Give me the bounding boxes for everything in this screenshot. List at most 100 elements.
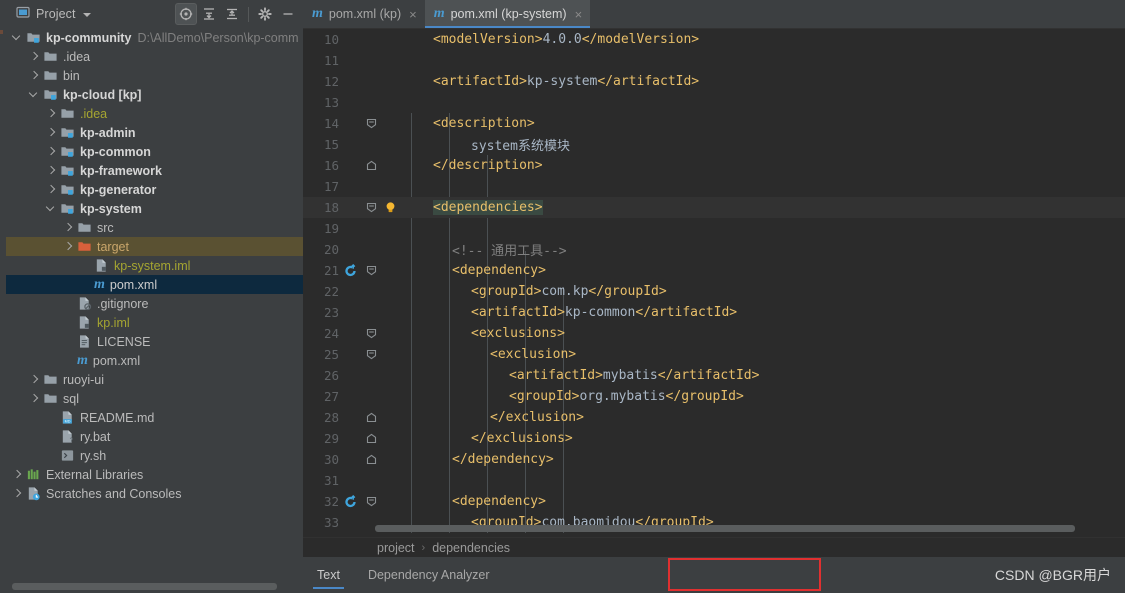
code-line[interactable]: 15 system系统模块 <box>303 134 1125 155</box>
watermark: CSDN @BGR用户 <box>994 567 1111 583</box>
tree-row[interactable]: bin <box>6 66 303 85</box>
chevron-right-icon[interactable] <box>29 70 40 81</box>
fold-open-icon[interactable] <box>365 118 377 130</box>
tree-row[interactable]: kp-framework <box>6 161 303 180</box>
code-line[interactable]: 11 <box>303 50 1125 71</box>
editor-tab[interactable]: m pom.xml (kp-system) × <box>424 0 591 28</box>
tree-row[interactable]: .idea <box>6 47 303 66</box>
minimize-icon[interactable] <box>277 3 299 25</box>
code-line[interactable]: 20 <!-- 通用工具--> <box>303 239 1125 260</box>
code-line[interactable]: 16 </description> <box>303 155 1125 176</box>
fold-close-icon[interactable] <box>365 160 377 172</box>
tree-row[interactable]: m pom.xml <box>6 351 303 370</box>
locate-icon[interactable] <box>175 3 197 25</box>
tree-row[interactable]: kp-generator <box>6 180 303 199</box>
chevron-right-icon[interactable] <box>46 127 57 138</box>
code-line[interactable]: 29 </exclusions> <box>303 428 1125 449</box>
run-gutter-icon[interactable] <box>343 494 359 510</box>
tree-row[interactable]: target <box>6 237 303 256</box>
chevron-right-icon[interactable] <box>29 393 40 404</box>
collapse-all-icon[interactable] <box>221 3 243 25</box>
fold-open-icon[interactable] <box>365 496 377 508</box>
intention-bulb-icon[interactable] <box>383 201 397 215</box>
code-line[interactable]: 21 <dependency> <box>303 260 1125 281</box>
tree-row[interactable]: kp-system <box>6 199 303 218</box>
chevron-right-icon[interactable] <box>46 146 57 157</box>
code-line[interactable]: 10 <modelVersion>4.0.0</modelVersion> <box>303 29 1125 50</box>
code-view[interactable]: 10 <modelVersion>4.0.0</modelVersion> 11 12… <box>303 29 1125 533</box>
code-line[interactable]: 31 <box>303 470 1125 491</box>
breadcrumb-item[interactable]: project <box>377 541 415 555</box>
close-icon[interactable]: × <box>575 8 583 21</box>
scrollbar-thumb[interactable] <box>12 583 277 590</box>
code-line[interactable]: 25 <exclusion> <box>303 344 1125 365</box>
code-line[interactable]: 32 <dependency> <box>303 491 1125 512</box>
code-line[interactable]: 22 <groupId>com.kp</groupId> <box>303 281 1125 302</box>
run-gutter-icon[interactable] <box>343 263 359 279</box>
project-tree[interactable]: kp-community D:\AllDemo\Person\kp-comm .id… <box>6 28 303 579</box>
code-line[interactable]: 23 <artifactId>kp-common</artifactId> <box>303 302 1125 323</box>
tree-row[interactable]: Scratches and Consoles <box>6 484 303 503</box>
chevron-down-icon[interactable] <box>29 89 40 100</box>
tree-row[interactable]: kp-system.iml <box>6 256 303 275</box>
code-line[interactable]: 24 <exclusions> <box>303 323 1125 344</box>
code-line[interactable]: 14 <description> <box>303 113 1125 134</box>
chevron-right-icon[interactable] <box>63 222 74 233</box>
editor-tab[interactable]: m pom.xml (kp) × <box>303 0 425 28</box>
code-line[interactable]: 26 <artifactId>mybatis</artifactId> <box>303 365 1125 386</box>
gear-icon[interactable] <box>254 3 276 25</box>
scrollbar-thumb[interactable] <box>375 525 1075 532</box>
tree-row[interactable]: kp-common <box>6 142 303 161</box>
code-line[interactable]: 27 <groupId>org.mybatis</groupId> <box>303 386 1125 407</box>
tree-row[interactable]: External Libraries <box>6 465 303 484</box>
project-tree-hscrollbar[interactable] <box>6 579 303 593</box>
chevron-right-icon[interactable] <box>29 374 40 385</box>
tree-row[interactable]: sql <box>6 389 303 408</box>
editor-body[interactable]: 10 <modelVersion>4.0.0</modelVersion> 11 12… <box>303 29 1125 533</box>
tree-row[interactable]: src <box>6 218 303 237</box>
fold-open-icon[interactable] <box>365 349 377 361</box>
chevron-right-icon[interactable] <box>63 241 74 252</box>
bottom-tab[interactable]: Dependency Analyzer <box>354 557 504 593</box>
tree-row[interactable]: kp-community D:\AllDemo\Person\kp-comm <box>6 28 303 47</box>
tree-row[interactable]: ruoyi-ui <box>6 370 303 389</box>
tree-row[interactable]: LICENSE <box>6 332 303 351</box>
fold-close-icon[interactable] <box>365 454 377 466</box>
chevron-right-icon[interactable] <box>46 184 57 195</box>
bottom-tab[interactable]: Text <box>303 557 354 593</box>
fold-open-icon[interactable] <box>365 265 377 277</box>
fold-open-icon[interactable] <box>365 202 377 214</box>
breadcrumb-item[interactable]: dependencies <box>432 541 510 555</box>
tree-row[interactable]: kp.iml <box>6 313 303 332</box>
chevron-right-icon[interactable] <box>46 108 57 119</box>
project-panel-title-group[interactable]: Project <box>12 3 95 26</box>
tree-row[interactable]: .idea <box>6 104 303 123</box>
tree-row[interactable]: ry.sh <box>6 446 303 465</box>
chevron-down-icon[interactable] <box>46 203 57 214</box>
fold-open-icon[interactable] <box>365 328 377 340</box>
code-line[interactable]: 19 <box>303 218 1125 239</box>
tree-row[interactable]: kp-cloud [kp] <box>6 85 303 104</box>
code-line[interactable]: 18 <dependencies> <box>303 197 1125 218</box>
tree-row[interactable]: kp-admin <box>6 123 303 142</box>
tree-row[interactable]: ? ry.bat <box>6 427 303 446</box>
fold-close-icon[interactable] <box>365 433 377 445</box>
chevron-right-icon[interactable] <box>29 51 40 62</box>
code-line[interactable]: 17 <box>303 176 1125 197</box>
chevron-right-icon[interactable] <box>12 469 23 480</box>
tree-row[interactable]: MD README.md <box>6 408 303 427</box>
chevron-right-icon[interactable] <box>12 488 23 499</box>
code-line[interactable]: 13 <box>303 92 1125 113</box>
tree-row[interactable]: m pom.xml <box>6 275 303 294</box>
code-line[interactable]: 28 </exclusion> <box>303 407 1125 428</box>
breadcrumb[interactable]: project › dependencies <box>303 537 1125 557</box>
code-line[interactable]: 30 </dependency> <box>303 449 1125 470</box>
chevron-right-icon[interactable] <box>46 165 57 176</box>
close-icon[interactable]: × <box>409 8 417 21</box>
editor-hscrollbar[interactable] <box>303 524 1125 533</box>
code-line[interactable]: 12 <artifactId>kp-system</artifactId> <box>303 71 1125 92</box>
expand-all-icon[interactable] <box>198 3 220 25</box>
fold-close-icon[interactable] <box>365 412 377 424</box>
tree-row[interactable]: .gitignore <box>6 294 303 313</box>
chevron-down-icon[interactable] <box>12 32 23 43</box>
